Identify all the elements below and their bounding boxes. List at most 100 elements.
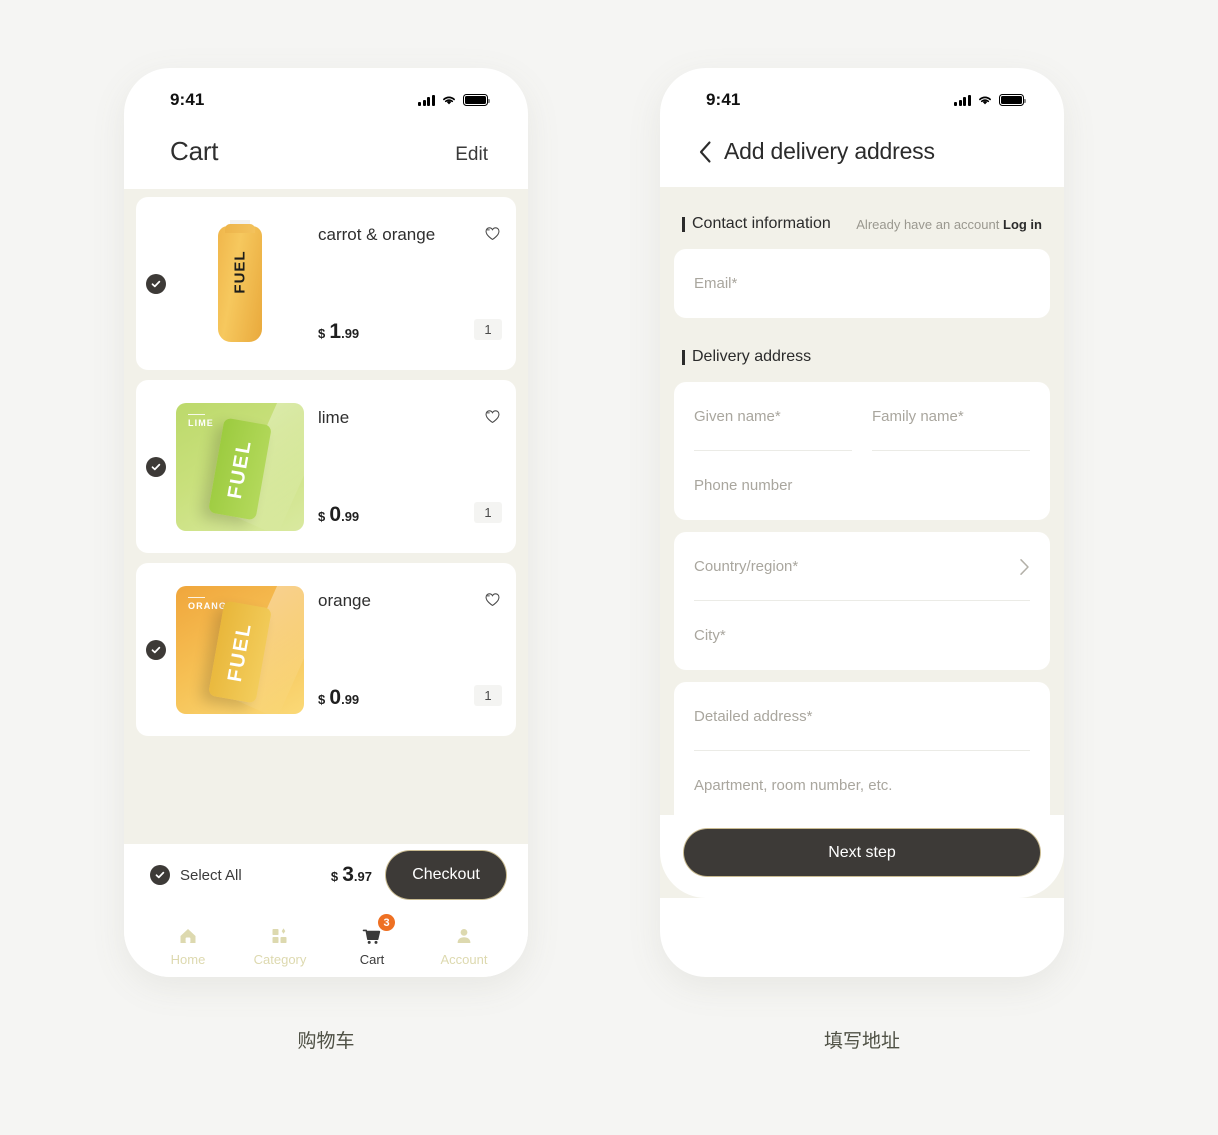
address-header: Add delivery address	[660, 118, 1064, 187]
quantity-stepper[interactable]: 1	[474, 319, 502, 340]
total-currency: $	[330, 869, 339, 884]
name-phone-panel: Given name* Family name* Phone number	[674, 382, 1050, 520]
item-info: lime $ 0.99	[312, 380, 466, 553]
family-name-field[interactable]: Family name*	[872, 382, 1030, 451]
checkout-button[interactable]: Checkout	[386, 851, 506, 899]
item-checkbox[interactable]	[146, 639, 166, 660]
item-name: lime	[318, 408, 350, 427]
table-row[interactable]: ORANGE FUEL orange $ 0.99 1	[136, 563, 516, 736]
table-row[interactable]: FUEL carrot & orange $ 1.99 1	[136, 197, 516, 370]
email-field[interactable]: Email*	[694, 249, 1030, 318]
total-fraction: .97	[353, 869, 372, 884]
price-currency: $	[318, 692, 326, 707]
given-name-field[interactable]: Given name*	[694, 382, 852, 451]
price-fraction: .99	[341, 692, 360, 707]
section-marker	[682, 216, 685, 232]
tab-account[interactable]: Account	[418, 912, 510, 977]
product-image: FUEL	[176, 220, 304, 348]
quantity-stepper[interactable]: 1	[474, 685, 502, 706]
country-region-label: Country/region*	[694, 558, 799, 575]
phone-mockup-cart: 9:41 Cart Edit FUEL carrot & orange $ 1.…	[124, 68, 528, 977]
address-form: Contact information Already have an acco…	[660, 187, 1064, 898]
person-icon	[457, 928, 471, 943]
section-title: Contact information	[692, 215, 831, 232]
status-icons	[954, 94, 1027, 106]
email-panel: Email*	[674, 249, 1050, 318]
heart-outline-icon[interactable]	[483, 224, 502, 243]
page-title: Add delivery address	[724, 138, 935, 164]
product-image: ORANGE FUEL	[176, 585, 304, 714]
region-panel: Country/region* City*	[674, 532, 1050, 670]
select-all-checkbox[interactable]: Select All	[150, 865, 242, 885]
city-field[interactable]: City*	[694, 601, 1030, 670]
detailed-address-field[interactable]: Detailed address*	[694, 682, 1030, 751]
country-region-field[interactable]: Country/region*	[694, 532, 1030, 601]
chevron-right-icon	[1020, 558, 1029, 575]
item-name: carrot & orange	[318, 225, 436, 244]
battery-icon	[999, 94, 1027, 106]
item-price: $ 0.99	[318, 503, 466, 527]
item-checkbox[interactable]	[146, 456, 166, 477]
cart-total: $ 3.97	[331, 863, 372, 887]
login-prompt: Already have an account Log in	[856, 217, 1042, 232]
item-price: $ 1.99	[318, 320, 466, 344]
home-icon	[180, 928, 196, 943]
select-all-box[interactable]	[150, 865, 170, 885]
status-bar: 9:41	[660, 68, 1064, 118]
next-step-button[interactable]: Next step	[684, 829, 1040, 876]
battery-icon	[463, 94, 491, 106]
cellular-bars-icon	[418, 94, 435, 106]
price-fraction: .99	[341, 509, 360, 524]
product-image: LIME FUEL	[176, 402, 304, 531]
log-in-link[interactable]: Log in	[1003, 217, 1042, 232]
wifi-icon	[443, 96, 455, 105]
cart-footer: Select All $ 3.97 Checkout	[124, 844, 528, 906]
product-flavor-label: LIME	[188, 414, 214, 428]
design-canvas: 9:41 Cart Edit FUEL carrot & orange $ 1.…	[0, 0, 1218, 1135]
apartment-field[interactable]: Apartment, room number, etc.	[694, 751, 1030, 820]
next-step-bar: Next step	[660, 815, 1064, 898]
login-prompt-text: Already have an account	[856, 216, 1000, 232]
item-checkbox[interactable]	[146, 273, 166, 294]
item-info: carrot & orange $ 1.99	[312, 197, 466, 370]
heart-outline-icon[interactable]	[483, 407, 502, 426]
status-time: 9:41	[170, 90, 205, 109]
tab-category-label: Category	[253, 951, 307, 967]
phone-number-field[interactable]: Phone number	[694, 451, 1030, 520]
can-brand-text: FUEL	[223, 620, 256, 684]
item-price: $ 0.99	[318, 686, 466, 710]
price-integer: 1	[329, 320, 342, 343]
section-title: Delivery address	[692, 348, 812, 365]
item-info: orange $ 0.99	[312, 563, 466, 736]
grid-icon	[272, 927, 287, 943]
section-marker	[682, 349, 685, 365]
tab-cart[interactable]: 3 Cart	[326, 912, 418, 977]
cellular-bars-icon	[954, 94, 971, 106]
item-name: orange	[318, 591, 371, 610]
status-time: 9:41	[706, 90, 741, 109]
caption-cart: 购物车	[297, 1031, 355, 1052]
price-integer: 0	[329, 686, 342, 709]
page-title: Cart	[170, 136, 219, 166]
tab-category[interactable]: Category	[234, 912, 326, 977]
phone-mockup-address: 9:41 Add delivery address Contact inform…	[660, 68, 1064, 977]
edit-button[interactable]: Edit	[455, 144, 488, 166]
can-brand-text: FUEL	[223, 437, 256, 501]
chevron-left-icon[interactable]	[698, 140, 713, 164]
bottom-tab-bar: Home Category 3 Cart Account	[124, 906, 528, 977]
bottle-brand-text: FUEL	[231, 250, 249, 294]
status-icons	[418, 94, 491, 106]
quantity-stepper[interactable]: 1	[474, 502, 502, 523]
status-bar: 9:41	[124, 68, 528, 118]
item-actions: 1	[466, 380, 502, 553]
price-currency: $	[318, 326, 326, 341]
price-integer: 0	[329, 503, 342, 526]
cart-item-list: FUEL carrot & orange $ 1.99 1 LIME FUEL …	[124, 189, 528, 844]
contact-section-header: Contact information Already have an acco…	[674, 197, 1050, 249]
table-row[interactable]: LIME FUEL lime $ 0.99 1	[136, 380, 516, 553]
cart-badge: 3	[378, 914, 395, 931]
bottle-graphic: FUEL	[218, 225, 262, 342]
tab-home[interactable]: Home	[142, 912, 234, 977]
delivery-section-header: Delivery address	[674, 330, 1050, 382]
heart-outline-icon[interactable]	[483, 590, 502, 609]
